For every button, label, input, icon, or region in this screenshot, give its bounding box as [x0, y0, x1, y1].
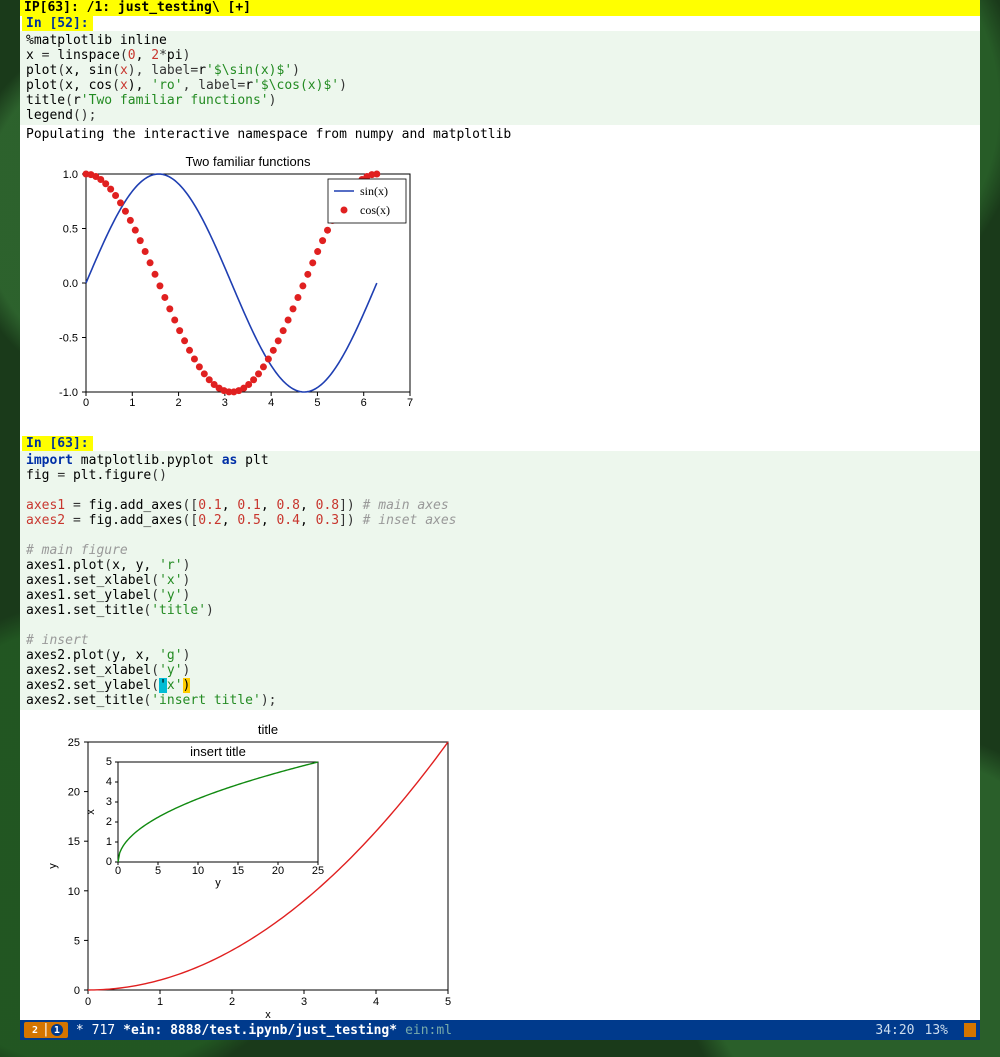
svg-text:0: 0 [85, 996, 91, 1008]
svg-text:5: 5 [314, 397, 320, 409]
status-left-badge: 2|1 [24, 1022, 68, 1038]
cell-52-output-text: Populating the interactive namespace fro… [20, 125, 980, 144]
svg-text:10: 10 [192, 865, 204, 877]
svg-text:5: 5 [155, 865, 161, 877]
svg-text:5: 5 [106, 756, 112, 768]
svg-text:2: 2 [229, 996, 235, 1008]
svg-text:1.0: 1.0 [63, 169, 78, 181]
svg-text:1: 1 [129, 397, 135, 409]
svg-text:1: 1 [157, 996, 163, 1008]
cell-63-chart: title0123450510152025xyinsert title05101… [20, 710, 980, 1020]
svg-text:3: 3 [106, 796, 112, 808]
svg-text:1: 1 [106, 836, 112, 848]
svg-text:10: 10 [68, 886, 80, 898]
svg-text:y: y [47, 863, 59, 869]
status-linecount: 717 [92, 1023, 115, 1038]
svg-text:insert title: insert title [190, 744, 246, 759]
title-bar: IP[63]: /1: just_testing\ [+] [20, 0, 980, 16]
status-circle-1: 2 [28, 1024, 42, 1038]
svg-text:25: 25 [312, 865, 324, 877]
svg-text:25: 25 [68, 737, 80, 749]
svg-text:-0.5: -0.5 [59, 333, 78, 345]
status-right-box-icon [964, 1023, 976, 1037]
svg-text:sin(x): sin(x) [360, 184, 388, 198]
svg-text:y: y [215, 877, 221, 889]
svg-text:4: 4 [373, 996, 379, 1008]
svg-text:6: 6 [361, 397, 367, 409]
svg-text:title: title [258, 722, 278, 737]
svg-text:4: 4 [106, 776, 112, 788]
notebook-content[interactable]: In [52]: %matplotlib inline x = linspace… [20, 16, 980, 1020]
status-cursor-pos: 34:20 [875, 1023, 914, 1038]
svg-text:2: 2 [106, 816, 112, 828]
svg-text:5: 5 [445, 996, 451, 1008]
status-bar: 2|1 * 717 *ein: 8888/test.ipynb/just_tes… [20, 1020, 980, 1040]
svg-text:0: 0 [115, 865, 121, 877]
code-block-52[interactable]: %matplotlib inline x = linspace(0, 2*pi)… [20, 31, 980, 125]
svg-text:Two familiar functions: Two familiar functions [186, 154, 311, 169]
svg-text:0: 0 [83, 397, 89, 409]
status-scroll-pct: 13% [925, 1023, 948, 1038]
status-buffer: *ein: 8888/test.ipynb/just_testing* [123, 1023, 397, 1038]
editor-window: IP[63]: /1: just_testing\ [+] In [52]: %… [20, 0, 980, 1040]
svg-text:3: 3 [222, 397, 228, 409]
svg-text:2: 2 [176, 397, 182, 409]
svg-text:0.5: 0.5 [63, 224, 78, 236]
svg-text:-1.0: -1.0 [59, 387, 78, 399]
cell-prompt: In [52]: [22, 16, 93, 31]
svg-text:x: x [265, 1009, 271, 1020]
svg-text:20: 20 [272, 865, 284, 877]
svg-text:15: 15 [68, 836, 80, 848]
status-circle-2: 1 [50, 1023, 64, 1037]
status-star: * [76, 1023, 84, 1038]
svg-text:0: 0 [106, 856, 112, 868]
cell-52-chart: Two familiar functions 0 1 2 3 4 5 6 7 -1.0 -0.5 0.… [20, 144, 980, 428]
svg-text:0.0: 0.0 [63, 278, 78, 290]
svg-text:3: 3 [301, 996, 307, 1008]
svg-text:0: 0 [74, 985, 80, 997]
svg-text:20: 20 [68, 787, 80, 799]
cell-prompt: In [63]: [22, 436, 93, 451]
code-block-63[interactable]: import matplotlib.pyplot as plt fig = pl… [20, 451, 980, 710]
cell-63: In [63]: import matplotlib.pyplot as plt… [20, 436, 980, 1020]
cell-52: In [52]: %matplotlib inline x = linspace… [20, 16, 980, 428]
svg-text:4: 4 [268, 397, 274, 409]
status-mode: ein:ml [405, 1023, 452, 1038]
svg-text:15: 15 [232, 865, 244, 877]
svg-text:5: 5 [74, 935, 80, 947]
svg-text:cos(x): cos(x) [360, 203, 390, 217]
svg-text:x: x [85, 809, 97, 815]
svg-text:7: 7 [407, 397, 413, 409]
